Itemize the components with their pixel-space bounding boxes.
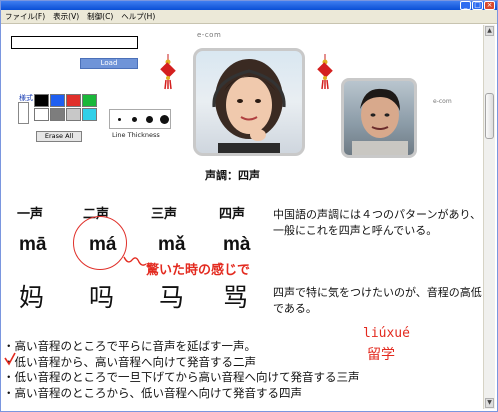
tone-pinyin: mǎ (158, 234, 186, 255)
scroll-up-arrow-icon[interactable]: ▲ (485, 26, 494, 36)
line-thickness-label: Line Thickness (112, 131, 160, 139)
tone-hanzi: 吗 (89, 283, 115, 312)
checkmark-icon (4, 352, 16, 366)
color-swatch-gray[interactable] (50, 108, 65, 121)
menu-help[interactable]: ヘルプ(H) (121, 10, 155, 24)
close-button[interactable]: × (484, 1, 495, 10)
thickness-large-dot[interactable] (146, 116, 153, 123)
thickness-medium-dot[interactable] (132, 117, 137, 122)
pointer-squiggle-icon (123, 256, 147, 266)
minimize-button[interactable]: _ (460, 1, 471, 10)
scrollbar-thumb[interactable] (485, 93, 494, 139)
brand-label-top: e-com (197, 31, 222, 39)
annotation-text: 驚いた時の感じで (146, 263, 251, 278)
color-palette (34, 94, 97, 122)
student-silhouette-icon (352, 88, 408, 155)
explanation-paragraph: 中国語の声調には４つのパターンがあり、一般にこれを四声と呼んでいる。 (273, 208, 482, 237)
tone-pinyin: mā (19, 234, 47, 255)
color-swatch-green[interactable] (82, 94, 97, 107)
tone-hanzi: 马 (159, 283, 185, 312)
load-button[interactable]: Load (80, 58, 138, 69)
chinese-knot-icon (317, 54, 333, 90)
vertical-scrollbar[interactable]: ▲ ▼ (483, 25, 495, 409)
color-swatch-red[interactable] (66, 94, 81, 107)
chinese-knot-icon (160, 54, 176, 90)
explanation-paragraph: 四声で特に気をつけたいのが、音程の高低である。 (273, 286, 482, 315)
thickness-small-dot[interactable] (118, 118, 121, 121)
tone-hanzi: 骂 (223, 283, 249, 312)
brand-label-right: e-com (433, 98, 452, 105)
lesson-caption: 声調：四声 (205, 169, 260, 182)
tone-name: 三声 (151, 207, 178, 222)
menu-view[interactable]: 表示(V) (53, 10, 79, 24)
menu-bar: ファイル(F) 表示(V) 制御(C) ヘルプ(H) (1, 10, 497, 24)
current-color-swatch[interactable] (18, 102, 29, 124)
color-swatch-lightgray[interactable] (66, 108, 81, 121)
list-item: ・低い音程から、高い音程へ向けて発音する二声 (3, 354, 256, 369)
scroll-down-arrow-icon[interactable]: ▼ (485, 398, 494, 408)
erase-all-button[interactable]: Erase All (36, 131, 82, 142)
color-swatch-blue[interactable] (50, 94, 65, 107)
color-swatch-cyan[interactable] (82, 108, 97, 121)
list-item: ・低い音程のところで一旦下げてから高い音程へ向けて発音する三声 (3, 370, 360, 384)
line-thickness-picker (109, 109, 171, 129)
highlight-circle (73, 216, 127, 270)
tone-name: 一声 (17, 207, 44, 222)
tone-hanzi: 妈 (19, 283, 45, 312)
thickness-xlarge-dot[interactable] (160, 115, 169, 124)
menu-control[interactable]: 制御(C) (87, 10, 113, 24)
student-video[interactable] (341, 78, 417, 158)
tone-name: 四声 (219, 207, 246, 222)
maximize-button[interactable]: □ (472, 1, 483, 10)
app-window: _ □ × ファイル(F) 表示(V) 制御(C) ヘルプ(H) Load 様式… (0, 0, 498, 412)
window-controls: _ □ × (460, 1, 495, 10)
color-swatch-white[interactable] (34, 108, 49, 121)
color-swatch-black[interactable] (34, 94, 49, 107)
teacher-silhouette-icon (212, 59, 286, 153)
list-item: ・高い音程のところから、低い音程へ向けて発音する四声 (3, 385, 302, 400)
text-input[interactable] (11, 36, 138, 49)
menu-file[interactable]: ファイル(F) (5, 10, 45, 24)
tone-pinyin: mà (223, 234, 251, 255)
teacher-video[interactable] (193, 48, 305, 156)
list-item: ・高い音程のところで平らに音声を延ばす一声。 (3, 339, 256, 353)
tone-description-list: ・高い音程のところで平らに音声を延ばす一声。 ・低い音程から、高い音程へ向けて発… (3, 339, 473, 401)
